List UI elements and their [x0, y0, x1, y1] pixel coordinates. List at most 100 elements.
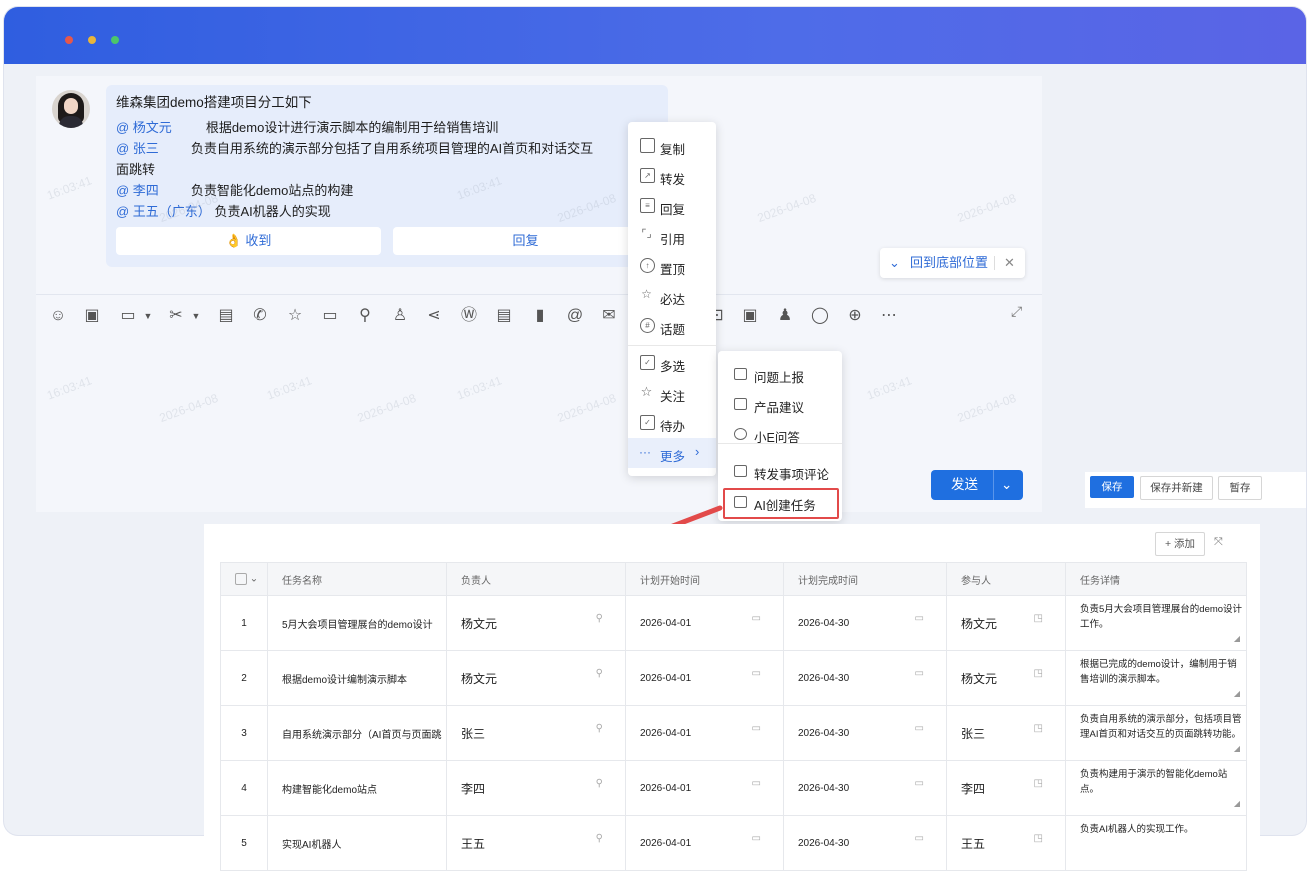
end-date-cell[interactable]: 2026-04-30 ▭ — [783, 650, 947, 706]
search-icon[interactable]: ⚲ — [596, 833, 603, 844]
avatar[interactable] — [52, 90, 90, 128]
task-name-cell[interactable]: 实现AI机器人 — [267, 815, 447, 871]
pin-icon[interactable]: ⚲ — [355, 306, 375, 326]
end-date-cell[interactable]: 2026-04-30 ▭ — [783, 705, 947, 761]
menu-item-more[interactable]: ··· 更多 › — [628, 438, 716, 468]
select-user-icon[interactable]: ◳ — [1034, 613, 1043, 624]
owner-cell[interactable]: 王五 ⚲ — [446, 815, 626, 871]
select-user-icon[interactable]: ◳ — [1034, 833, 1043, 844]
resize-grip-icon[interactable]: ◢ — [1234, 631, 1240, 646]
start-date-cell[interactable]: 2026-04-01 ▭ — [625, 760, 784, 816]
video-icon[interactable]: ▭ — [320, 306, 340, 326]
owner-cell[interactable]: 张三 ⚲ — [446, 705, 626, 761]
select-user-icon[interactable]: ◳ — [1034, 778, 1043, 789]
select-all-checkbox[interactable]: ⌄ — [220, 562, 268, 596]
mention-link[interactable]: @ 杨文元 — [116, 120, 172, 135]
emoji-icon[interactable]: ☺ — [48, 306, 68, 326]
chevron-down-icon[interactable]: ⌄ — [1001, 470, 1012, 500]
calendar-icon[interactable]: ▭ — [752, 723, 761, 734]
menu-item-topic[interactable]: # 话题 — [628, 311, 716, 341]
calendar-icon[interactable]: ▭ — [915, 723, 924, 734]
scissors-icon[interactable]: ✂ — [166, 306, 186, 326]
reply-button[interactable]: 回复 — [393, 227, 658, 255]
calendar-icon[interactable]: ▭ — [752, 833, 761, 844]
menu-item-todo[interactable]: ✓ 待办 — [628, 408, 716, 438]
mention-link[interactable]: @ 张三 — [116, 141, 159, 156]
chevron-down-icon[interactable]: ▼ — [186, 306, 206, 326]
expand-icon[interactable]: ⤢ — [1011, 303, 1022, 320]
submenu-item-forward-comment[interactable]: 转发事项评论 — [718, 456, 842, 486]
folder-icon[interactable]: ▭ — [118, 306, 138, 326]
menu-item-copy[interactable]: 复制 — [628, 131, 716, 161]
start-date-cell[interactable]: 2026-04-01 ▭ — [625, 595, 784, 651]
mail-icon[interactable]: ✉ — [599, 306, 619, 326]
search-icon[interactable]: ⚲ — [596, 613, 603, 624]
draft-button[interactable]: 暂存 — [1218, 476, 1262, 500]
owner-cell[interactable]: 李四 ⚲ — [446, 760, 626, 816]
task-detail-cell[interactable]: 负责AI机器人的实现工作。 — [1065, 815, 1247, 871]
text-card-icon[interactable]: ▤ — [494, 306, 514, 326]
more-icon[interactable]: ⋯ — [879, 306, 899, 326]
fullscreen-icon[interactable]: ⤧ — [1214, 536, 1223, 549]
bar-chart-icon[interactable]: ▮ — [530, 306, 550, 326]
task-name-cell[interactable]: 5月大会项目管理展台的demo设计 — [267, 595, 447, 651]
select-user-icon[interactable]: ◳ — [1034, 668, 1043, 679]
add-task-button[interactable]: + 添加 — [1155, 532, 1205, 556]
submenu-item-xiaoe-qa[interactable]: 小E问答 — [718, 419, 842, 449]
task-detail-cell[interactable]: 负责自用系统的演示部分，包括项目管理AI首页和对话交互的页面跳转功能。 ◢ — [1065, 705, 1247, 761]
participant-cell[interactable]: 王五 ◳ — [946, 815, 1066, 871]
search-icon[interactable]: ⚲ — [596, 668, 603, 679]
image-icon[interactable]: ▣ — [82, 306, 102, 326]
menu-item-multi-select[interactable]: ✓ 多选 — [628, 348, 716, 378]
close-window-dot[interactable] — [65, 36, 73, 44]
menu-item-must-reach[interactable]: ☆ 必达 — [628, 281, 716, 311]
save-and-new-button[interactable]: 保存并新建 — [1140, 476, 1213, 500]
calendar-icon[interactable]: ▭ — [752, 668, 761, 679]
calendar-icon[interactable]: ▭ — [752, 778, 761, 789]
robot-icon[interactable]: ⊕ — [845, 306, 865, 326]
resize-grip-icon[interactable]: ◢ — [1234, 686, 1240, 701]
user-search-icon[interactable]: ♙ — [390, 306, 410, 326]
calendar-icon[interactable]: ▭ — [915, 833, 924, 844]
menu-item-quote[interactable]: ⌜⌟ 引用 — [628, 221, 716, 251]
submenu-item-issue-report[interactable]: 问题上报 — [718, 359, 842, 389]
save-button[interactable]: 保存 — [1090, 476, 1134, 498]
task-detail-cell[interactable]: 负责5月大会项目管理展台的demo设计工作。 ◢ — [1065, 595, 1247, 651]
calendar-icon[interactable]: ▭ — [915, 668, 924, 679]
circle-icon[interactable]: ◯ — [810, 306, 830, 326]
back-to-bottom-button[interactable]: ⌄ 回到底部位置 ✕ — [880, 248, 1025, 278]
submenu-item-product-suggestion[interactable]: 产品建议 — [718, 389, 842, 419]
star-icon[interactable]: ☆ — [285, 306, 305, 326]
task-name-cell[interactable]: 根据demo设计编制演示脚本 — [267, 650, 447, 706]
chat-bubbles-icon[interactable]: ▣ — [740, 306, 760, 326]
end-date-cell[interactable]: 2026-04-30 ▭ — [783, 595, 947, 651]
start-date-cell[interactable]: 2026-04-01 ▭ — [625, 650, 784, 706]
task-name-cell[interactable]: 构建智能化demo站点 — [267, 760, 447, 816]
resize-grip-icon[interactable]: ◢ — [1234, 796, 1240, 811]
comment-icon[interactable]: ▤ — [216, 306, 236, 326]
menu-item-forward[interactable]: ↗ 转发 — [628, 161, 716, 191]
owner-cell[interactable]: 杨文元 ⚲ — [446, 650, 626, 706]
select-user-icon[interactable]: ◳ — [1034, 723, 1043, 734]
send-button[interactable]: 发送 ⌄ — [931, 470, 1023, 500]
menu-item-pin-top[interactable]: ↑ 置顶 — [628, 251, 716, 281]
maximize-window-dot[interactable] — [111, 36, 119, 44]
owner-cell[interactable]: 杨文元 ⚲ — [446, 595, 626, 651]
chevron-down-icon[interactable]: ▼ — [138, 306, 158, 326]
participant-cell[interactable]: 李四 ◳ — [946, 760, 1066, 816]
contacts-icon[interactable]: ♟ — [775, 306, 795, 326]
task-detail-cell[interactable]: 根据已完成的demo设计，编制用于销售培训的演示脚本。 ◢ — [1065, 650, 1247, 706]
menu-item-follow[interactable]: ☆ 关注 — [628, 378, 716, 408]
at-icon[interactable]: @ — [565, 306, 585, 326]
participant-cell[interactable]: 杨文元 ◳ — [946, 650, 1066, 706]
task-name-cell[interactable]: 自用系统演示部分（AI首页与页面跳 — [267, 705, 447, 761]
minimize-window-dot[interactable] — [88, 36, 96, 44]
end-date-cell[interactable]: 2026-04-30 ▭ — [783, 815, 947, 871]
calendar-icon[interactable]: ▭ — [915, 778, 924, 789]
end-date-cell[interactable]: 2026-04-30 ▭ — [783, 760, 947, 816]
search-icon[interactable]: ⚲ — [596, 778, 603, 789]
menu-item-reply[interactable]: ≡ 回复 — [628, 191, 716, 221]
calendar-icon[interactable]: ▭ — [915, 613, 924, 624]
start-date-cell[interactable]: 2026-04-01 ▭ — [625, 815, 784, 871]
calendar-icon[interactable]: ▭ — [752, 613, 761, 624]
